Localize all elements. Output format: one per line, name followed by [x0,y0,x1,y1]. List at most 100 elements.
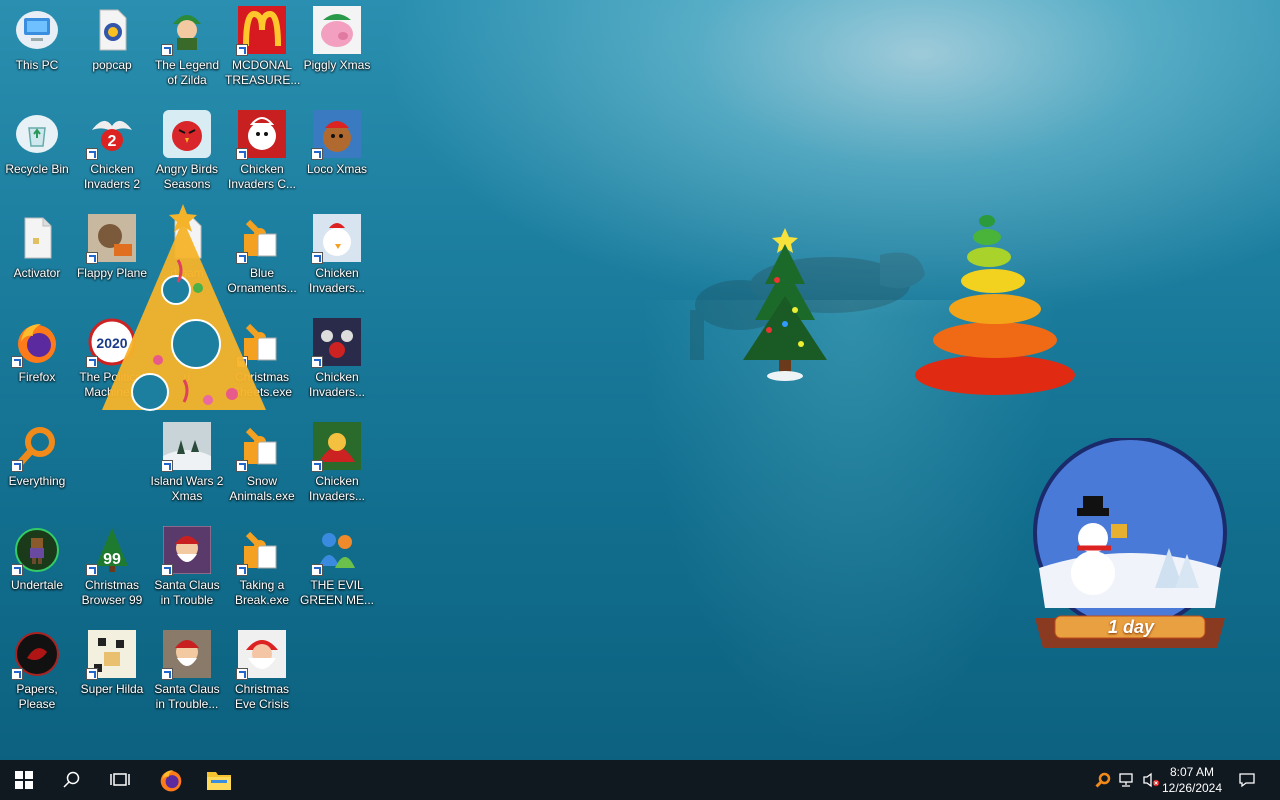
triangle-tree-gadget[interactable] [98,200,274,420]
icon-label: Island Wars 2 Xmas [150,474,224,503]
shortcut-arrow-icon [86,356,98,368]
chicken-icon: 2 [86,110,136,160]
shortcut-arrow-icon [236,460,248,472]
desktop-icon-christmas-eve-crisis[interactable]: Christmas Eve Crisis [225,624,299,712]
desktop-icon-mcdonal-treasure[interactable]: MCDONAL TREASURE... [225,0,301,88]
shortcut-arrow-icon [311,356,323,368]
shortcut-arrow-icon [161,44,173,56]
desktop-icon-legend-of-zilda[interactable]: The Legend of Zilda [150,0,224,88]
angry-birds-icon [163,110,211,158]
svg-text:99: 99 [103,551,121,568]
desktop-icon-firefox[interactable]: Firefox [0,312,74,385]
chicken-icon [311,318,361,368]
shortcut-arrow-icon [86,252,98,264]
icon-label: THE EVIL GREEN ME... [300,578,375,607]
desktop-icon-taking-a-break[interactable]: Taking a Break.exe [225,520,299,608]
icon-label: Papers, Please [16,682,58,711]
magnifier-icon [1095,772,1111,788]
taskbar-firefox[interactable] [147,760,195,800]
desktop-icon-recycle-bin[interactable]: Recycle Bin [0,104,74,177]
taskbar-file-explorer[interactable] [195,760,243,800]
desktop-icon-activator[interactable]: Activator [0,208,74,281]
action-center-button[interactable] [1230,760,1264,800]
bear-icon [311,110,361,160]
icon-label: Santa Claus in Trouble... [154,682,220,711]
icon-label: Firefox [18,370,56,384]
shortcut-arrow-icon [236,564,248,576]
icon-label: Chicken Invaders... [308,474,366,503]
desktop-icon-undertale[interactable]: Undertale [0,520,74,593]
shortcut-arrow-icon [311,252,323,264]
network-icon [1119,773,1133,787]
pig-icon [313,6,361,54]
desktop-icon-this-pc[interactable]: This PC [0,0,74,73]
file-icon [13,214,61,262]
icon-label: Undertale [10,578,64,592]
desktop[interactable]: This PC Recycle Bin Activator Firefox Ev… [0,0,1280,760]
santa-face-icon [236,630,286,680]
desktop-icon-island-wars-2-xmas[interactable]: Island Wars 2 Xmas [150,416,224,504]
shortcut-arrow-icon [86,564,98,576]
super-hilda-icon [86,630,136,680]
icon-label: Chicken Invaders... [308,370,366,399]
desktop-icon-angry-birds-seasons[interactable]: Angry Birds Seasons [150,104,224,192]
tray-everything[interactable] [1092,760,1114,800]
santa-icon [161,525,212,576]
shortcut-arrow-icon [311,148,323,160]
task-view-icon [110,773,130,786]
shortcut-arrow-icon [311,564,323,576]
clock-time: 8:07 AM [1169,765,1215,779]
shortcut-arrow-icon [86,148,98,160]
desktop-icon-santa-claus-in-trouble[interactable]: Santa Claus in Trouble [150,520,224,608]
desktop-icon-the-evil-green-me[interactable]: THE EVIL GREEN ME... [300,520,374,608]
taskbar: 8:07 AM 12/26/2024 [0,760,1280,800]
desktop-icon-chicken-invaders-c[interactable]: Chicken Invaders C... [225,104,299,192]
task-view-button[interactable] [96,760,144,800]
desktop-icon-everything[interactable]: Everything [0,416,74,489]
desktop-icon-piggly-xmas[interactable]: Piggly Xmas [300,0,374,73]
shortcut-arrow-icon [161,460,173,472]
desktop-icon-chicken-invaders-a[interactable]: Chicken Invaders... [300,208,374,296]
desktop-icon-popcap[interactable]: popcap [75,0,149,73]
shortcut-arrow-icon [11,356,23,368]
start-button[interactable] [0,760,48,800]
desktop-icon-santa-claus-in-trouble-2[interactable]: Santa Claus in Trouble... [150,624,224,712]
firefox-icon [11,318,61,368]
desktop-icon-christmas-browser-99[interactable]: 99 Christmas Browser 99 [75,520,149,608]
tray-network[interactable] [1116,760,1138,800]
desktop-icon-chicken-invaders-c2[interactable]: Chicken Invaders... [300,416,374,504]
shortcut-arrow-icon [11,564,23,576]
icon-label: Angry Birds Seasons [155,162,219,191]
desktop-icon-snow-animals[interactable]: Snow Animals.exe [225,416,299,504]
zilda-icon [161,6,211,56]
desktop-icon-papers-please[interactable]: Papers, Please [0,624,74,712]
icon-label: Activator [13,266,61,280]
folder-icon [207,772,231,790]
icon-label: This PC [15,58,59,72]
chicken-icon [236,110,286,160]
icon-label: Santa Claus in Trouble [154,578,220,607]
icon-label: Christmas Browser 99 [81,578,143,607]
shortcut-arrow-icon [161,668,173,680]
recycle-bin-icon [13,110,61,158]
icon-label: Chicken Invaders 2 [83,162,141,191]
icon-label: Taking a Break.exe [234,578,290,607]
desktop-icon-chicken-invaders-2[interactable]: 2 Chicken Invaders 2 [75,104,149,192]
icon-label: Piggly Xmas [303,58,371,72]
puzzle-exe-icon [236,422,286,472]
spiral-tree-gadget[interactable] [905,205,1085,405]
christmas-tree-gadget[interactable] [735,220,835,385]
shortcut-arrow-icon [11,668,23,680]
desktop-icon-chicken-invaders-b[interactable]: Chicken Invaders... [300,312,374,400]
icon-label: Loco Xmas [306,162,368,176]
icon-label: Snow Animals.exe [229,474,295,503]
notification-icon [1239,773,1255,788]
chicken-icon [311,422,361,472]
icon-label: The Legend of Zilda [154,58,220,87]
taskbar-clock[interactable]: 8:07 AM 12/26/2024 [1152,764,1232,796]
search-button[interactable] [48,760,96,800]
desktop-icon-loco-xmas[interactable]: Loco Xmas [300,104,374,177]
undertale-icon [11,526,61,576]
icon-label: MCDONAL TREASURE... [225,58,301,87]
desktop-icon-super-hilda[interactable]: Super Hilda [75,624,149,697]
